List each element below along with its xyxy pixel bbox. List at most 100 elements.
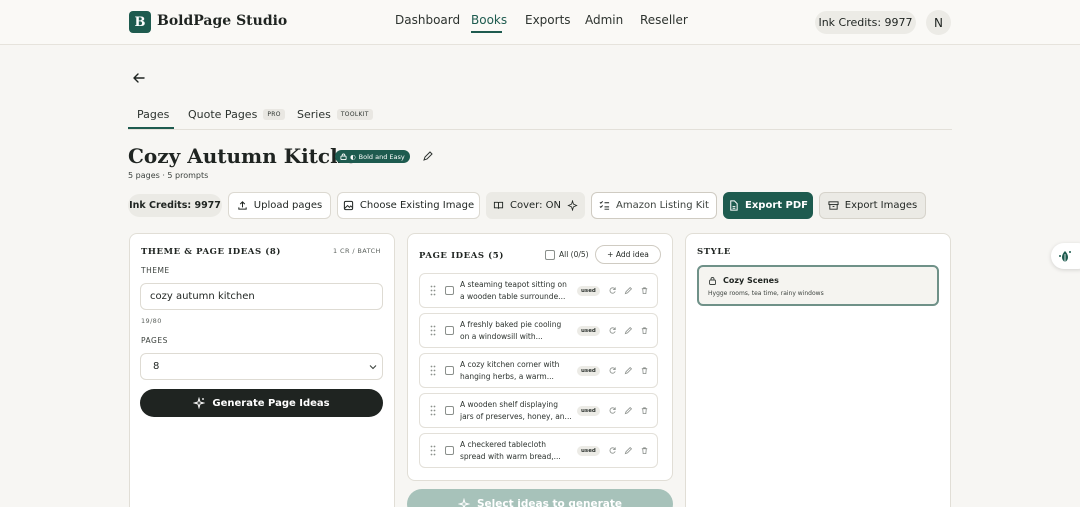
export-images-label: Export Images [844,200,918,211]
idea-checkbox[interactable] [445,326,454,335]
generate-page-ideas-label: Generate Page Ideas [212,397,330,409]
theme-input[interactable]: cozy autumn kitchen [140,283,383,310]
trash-icon[interactable] [640,286,649,295]
nav-dashboard[interactable]: Dashboard [395,13,460,27]
edit-icon[interactable] [624,406,633,415]
used-badge: used [577,446,600,456]
avatar[interactable]: N [926,10,951,35]
sparkle-icon [457,498,470,507]
brand-name[interactable]: BoldPage Studio [157,13,287,29]
theme-panel-heading: THEME & PAGE IDEAS (8) [141,247,282,257]
cover-toggle-label: Cover: ON [509,200,561,211]
floating-assistant-button[interactable] [1051,243,1080,269]
book-icon [493,201,504,209]
style-badge: ◐ Bold and Easy [335,150,410,163]
idea-checkbox[interactable] [445,406,454,415]
select-ideas-button[interactable]: Select ideas to generate [407,489,673,507]
lock-icon [340,153,347,160]
theme-label: THEME [141,266,170,275]
lock-icon [709,277,716,285]
tab-quote-pages-label: Quote Pages [188,108,258,121]
idea-text: A cozy kitchen corner with hanging herbs… [460,360,560,381]
idea-card[interactable]: A freshly baked pie cooling on a windows… [419,313,658,348]
sparkle-icon [567,200,578,211]
checklist-icon [599,201,610,210]
select-all-label: All (0/5) [559,250,589,259]
credits-pill[interactable]: Ink Credits: 9977 [815,11,916,34]
regenerate-icon[interactable] [608,406,617,415]
trash-icon[interactable] [640,446,649,455]
file-icon [730,200,738,211]
regenerate-icon[interactable] [608,446,617,455]
idea-card[interactable]: A steaming teapot sitting on a wooden ta… [419,273,658,308]
idea-text: A wooden shelf displaying jars of preser… [460,400,572,421]
export-pdf-label: Export PDF [745,200,808,211]
style-card[interactable]: Cozy Scenes Hygge rooms, tea time, rainy… [697,265,939,306]
tab-series-label: Series [297,108,331,121]
tab-quote-pages[interactable]: Quote Pages PRO [188,108,285,121]
upload-pages-label: Upload pages [253,200,323,211]
contrast-icon: ◐ [350,152,356,161]
regenerate-icon[interactable] [608,326,617,335]
trash-icon[interactable] [640,406,649,415]
idea-card[interactable]: A wooden shelf displaying jars of preser… [419,393,658,428]
amazon-listing-kit-button[interactable]: Amazon Listing Kit [591,192,717,219]
pages-select[interactable]: 8 [140,353,383,380]
toolkit-badge: TOOLKIT [336,109,373,120]
image-icon [343,200,354,211]
style-name: Cozy Scenes [723,276,779,285]
credits-chip: Ink Credits: 9977 [128,194,222,217]
regenerate-icon[interactable] [608,366,617,375]
drag-handle-icon[interactable] [430,445,436,456]
idea-checkbox[interactable] [445,366,454,375]
regenerate-icon[interactable] [608,286,617,295]
idea-text: A steaming teapot sitting on a wooden ta… [460,280,567,301]
used-badge: used [577,406,600,416]
idea-checkbox[interactable] [445,446,454,455]
drag-handle-icon[interactable] [430,365,436,376]
pages-label: PAGES [141,336,168,345]
generate-page-ideas-button[interactable]: Generate Page Ideas [140,389,383,417]
logo-icon[interactable]: B [129,11,151,33]
edit-icon[interactable] [624,366,633,375]
edit-icon[interactable] [624,326,633,335]
idea-checkbox[interactable] [445,286,454,295]
nav-admin[interactable]: Admin [585,13,623,27]
pages-select-value: 8 [153,361,160,372]
tab-pages[interactable]: Pages [137,108,169,121]
chevron-down-icon [369,365,377,370]
idea-text: A checkered tablecloth spread with warm … [460,440,561,461]
edit-title-icon[interactable] [422,150,434,162]
style-heading: STYLE [697,247,731,257]
trash-icon[interactable] [640,366,649,375]
export-pdf-button[interactable]: Export PDF [723,192,813,219]
page-ideas-heading: PAGE IDEAS (5) [419,251,504,261]
trash-icon[interactable] [640,326,649,335]
cover-toggle-button[interactable]: Cover: ON [486,192,585,219]
idea-text: A freshly baked pie cooling on a windows… [460,320,562,341]
style-desc: Hygge rooms, tea time, rainy windows [708,290,824,297]
select-all-checkbox[interactable] [545,250,555,260]
select-ideas-label: Select ideas to generate [476,498,623,507]
char-count: 19/80 [141,317,162,325]
edit-icon[interactable] [624,286,633,295]
nav-books[interactable]: Books [471,13,507,27]
tab-series[interactable]: Series TOOLKIT [297,108,373,121]
choose-existing-image-button[interactable]: Choose Existing Image [337,192,480,219]
drag-handle-icon[interactable] [430,405,436,416]
drag-handle-icon[interactable] [430,325,436,336]
book-stats: 5 pages · 5 prompts [128,171,209,180]
upload-pages-button[interactable]: Upload pages [228,192,331,219]
nav-exports[interactable]: Exports [525,13,571,27]
idea-card[interactable]: A cozy kitchen corner with hanging herbs… [419,353,658,388]
tab-pages-label: Pages [137,108,170,121]
used-badge: used [577,286,600,296]
edit-icon[interactable] [624,446,633,455]
amazon-listing-kit-label: Amazon Listing Kit [616,200,709,211]
add-idea-button[interactable]: + Add idea [595,245,661,264]
drag-handle-icon[interactable] [430,285,436,296]
back-arrow-icon[interactable] [131,70,147,86]
export-images-button[interactable]: Export Images [819,192,926,219]
nav-reseller[interactable]: Reseller [640,13,688,27]
idea-card[interactable]: A checkered tablecloth spread with warm … [419,433,658,468]
